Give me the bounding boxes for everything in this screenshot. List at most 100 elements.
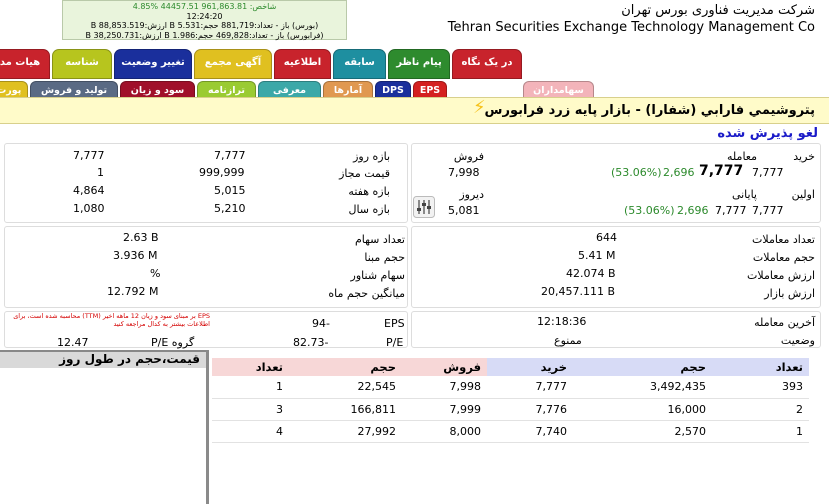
group-pe-value: 12.47 bbox=[57, 336, 89, 349]
company-name-fa: شرکت مدیریت فناوری بورس تهران bbox=[621, 3, 815, 18]
header-buy-count: تعداد bbox=[712, 358, 809, 376]
sell-count: 4 bbox=[212, 420, 289, 443]
allowed-price-label: قیمت مجاز bbox=[339, 167, 390, 180]
close-label: پایانی bbox=[731, 188, 757, 201]
yesterday-value: 5,081 bbox=[448, 204, 480, 217]
sell-price: 7,998 bbox=[402, 376, 487, 399]
time-line: 12:24:20 bbox=[186, 11, 223, 21]
index-line: شاخص: 961,863.81 44457.51 %4.85 bbox=[132, 2, 277, 11]
trade-count-value: 644 bbox=[596, 231, 617, 244]
allowed-price-low: 999,999 bbox=[199, 166, 245, 179]
day-range-label: بازه روز bbox=[353, 150, 390, 163]
base-volume-label: حجم مبنا bbox=[364, 251, 405, 264]
tab-board[interactable]: هیات مد bbox=[0, 49, 50, 79]
last-trade-value: 12:18:36 bbox=[537, 315, 587, 328]
float-label: سهام شناور bbox=[350, 269, 405, 282]
yesterday-label: دیروز bbox=[459, 188, 484, 201]
first-label: اولین bbox=[791, 188, 815, 201]
trade-value: 7,777 bbox=[699, 163, 744, 179]
close-change: 2,696 bbox=[677, 204, 709, 217]
allowed-price-high: 1 bbox=[97, 166, 104, 179]
shares-count-value: 2.63 B bbox=[123, 231, 159, 244]
week-range-high: 4,864 bbox=[73, 184, 105, 197]
eps-value: 94- bbox=[312, 317, 330, 330]
sell-count: 1 bbox=[212, 376, 289, 399]
trade-percent: (53.06%) bbox=[611, 166, 662, 179]
avg-monthly-volume-label: میانگین حجم ماه bbox=[328, 287, 405, 300]
market-cap-label: ارزش بازار bbox=[764, 287, 815, 300]
sell-value: 7,998 bbox=[448, 166, 480, 179]
eps-note: EPS بر مبنای سود و زیان 12 ماهه اخیر (TT… bbox=[13, 312, 210, 328]
farabourse-line: (فرابورس) باز - تعداد:469,828 حجم:1.986 … bbox=[85, 30, 324, 40]
table-row: 4 27,992 8,000 7,740 2,570 1 bbox=[212, 420, 809, 443]
trade-change: 2,696 bbox=[663, 166, 695, 179]
year-range-label: بازه سال bbox=[348, 203, 390, 216]
group-pe-label: P/E گروه bbox=[151, 336, 195, 349]
sell-price: 8,000 bbox=[402, 420, 487, 443]
tab-identifier[interactable]: شناسه bbox=[52, 49, 112, 79]
first-value: 7,777 bbox=[752, 204, 784, 217]
tab-status-change[interactable]: تغییر وضعیت bbox=[114, 49, 192, 79]
buy-volume: 16,000 bbox=[573, 398, 712, 421]
order-book: تعداد حجم فروش خرید حجم تعداد 1 22,545 7… bbox=[212, 358, 809, 443]
day-range-high: 7,777 bbox=[73, 149, 105, 162]
eps-label: EPS bbox=[384, 317, 405, 330]
header-buy-volume: حجم bbox=[573, 358, 712, 376]
pe-label: P/E bbox=[386, 336, 404, 349]
close-value: 7,777 bbox=[715, 204, 747, 217]
tab-assembly-notice[interactable]: آگهی مجمع bbox=[194, 49, 272, 79]
sell-volume: 22,545 bbox=[289, 376, 402, 399]
buy-volume: 3,492,435 bbox=[573, 376, 712, 399]
buy-label: خرید bbox=[793, 150, 815, 163]
buy-count: 393 bbox=[712, 376, 809, 399]
trade-value-label: ارزش معاملات bbox=[747, 269, 815, 282]
pe-value: 82.73- bbox=[293, 336, 329, 349]
market-cap-value: 20,457.111 B bbox=[541, 285, 616, 298]
float-value: % bbox=[150, 267, 161, 280]
base-volume-value: 3.936 M bbox=[113, 249, 158, 262]
market-index-summary: شاخص: 961,863.81 44457.51 %4.85 12:24:20… bbox=[62, 0, 347, 40]
filter-settings-icon[interactable] bbox=[413, 196, 435, 218]
shares-count-label: تعداد سهام bbox=[354, 233, 405, 246]
trade-value-value: 42.074 B bbox=[566, 267, 616, 280]
buy-count: 2 bbox=[712, 398, 809, 421]
symbol-title: پتروشيمي فارابي (شفارا) - بازار پایه زرد… bbox=[484, 103, 815, 118]
trade-volume-value: 5.41 M bbox=[578, 249, 616, 262]
week-range-label: بازه هفته bbox=[348, 185, 390, 198]
header-sell-count: تعداد bbox=[212, 358, 289, 376]
close-percent: (53.06%) bbox=[624, 204, 675, 217]
sell-count: 3 bbox=[212, 398, 289, 421]
company-name-en: Tehran Securities Exchange Technology Ma… bbox=[447, 20, 815, 35]
tab-announcement[interactable]: اطلاعیه bbox=[274, 49, 331, 79]
ranges-panel bbox=[4, 143, 408, 223]
bourse-line: (بورس) باز - تعداد:881,719 حجم:5.531 B ا… bbox=[90, 21, 319, 30]
buy-price: 7,777 bbox=[487, 376, 573, 399]
tab-at-a-glance[interactable]: در یک نگاه bbox=[452, 49, 522, 79]
buy-price: 7,776 bbox=[487, 398, 573, 421]
year-range-high: 1,080 bbox=[73, 202, 105, 215]
table-row: 3 166,811 7,999 7,776 16,000 2 bbox=[212, 398, 809, 421]
header-sell-volume: حجم bbox=[289, 358, 402, 376]
tab-supervisor-message[interactable]: پیام ناظر bbox=[388, 49, 450, 79]
header-sell-price: فروش bbox=[402, 358, 487, 376]
sell-price: 7,999 bbox=[402, 398, 487, 421]
table-row: 1 22,545 7,998 7,777 3,492,435 393 bbox=[212, 376, 809, 399]
week-range-low: 5,015 bbox=[214, 184, 246, 197]
trade-count-label: تعداد معاملات bbox=[752, 233, 815, 246]
trade-volume-label: حجم معاملات bbox=[752, 251, 815, 264]
sell-volume: 166,811 bbox=[289, 398, 402, 421]
buy-price: 7,740 bbox=[487, 420, 573, 443]
sell-volume: 27,992 bbox=[289, 420, 402, 443]
symbol-status: لغو پذیرش شده bbox=[717, 126, 818, 141]
intraday-chart-title: قیمت،حجم در طول روز bbox=[0, 350, 206, 368]
year-range-low: 5,210 bbox=[214, 202, 246, 215]
trade-label: معامله bbox=[727, 150, 757, 163]
buy-volume: 2,570 bbox=[573, 420, 712, 443]
last-trade-label: آخرین معامله bbox=[754, 316, 815, 329]
sell-label: فروش bbox=[453, 150, 484, 163]
day-range-low: 7,777 bbox=[214, 149, 246, 162]
buy-value: 7,777 bbox=[752, 166, 784, 179]
tab-history[interactable]: سابقه bbox=[333, 49, 386, 79]
panel-divider[interactable] bbox=[206, 350, 209, 504]
state-value: ممنوع bbox=[554, 334, 582, 347]
